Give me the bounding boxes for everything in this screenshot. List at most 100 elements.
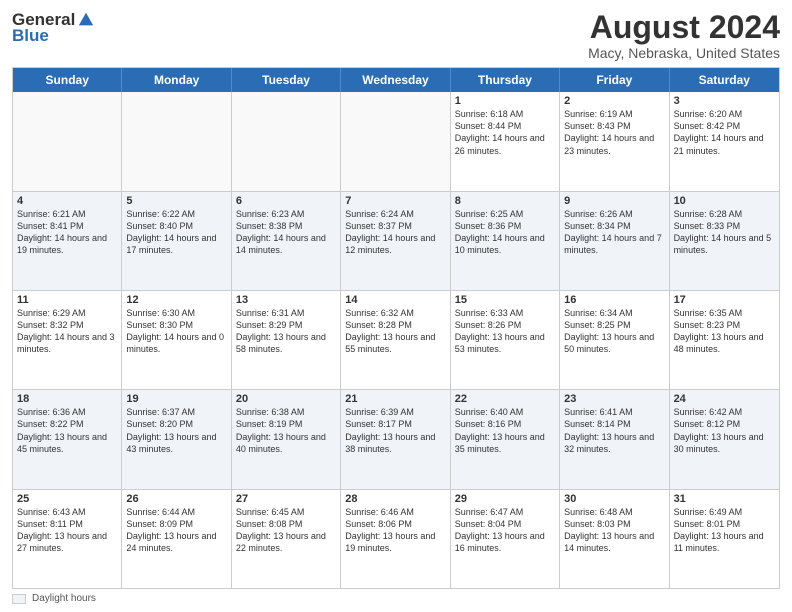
day-cell-26: 26Sunrise: 6:44 AM Sunset: 8:09 PM Dayli… [122, 490, 231, 588]
subtitle: Macy, Nebraska, United States [588, 45, 780, 61]
day-cell-31: 31Sunrise: 6:49 AM Sunset: 8:01 PM Dayli… [670, 490, 779, 588]
legend-box [12, 594, 26, 604]
day-info: Sunrise: 6:21 AM Sunset: 8:41 PM Dayligh… [17, 208, 117, 257]
day-info: Sunrise: 6:42 AM Sunset: 8:12 PM Dayligh… [674, 406, 775, 455]
day-number: 26 [126, 493, 226, 505]
day-cell-25: 25Sunrise: 6:43 AM Sunset: 8:11 PM Dayli… [13, 490, 122, 588]
day-cell-23: 23Sunrise: 6:41 AM Sunset: 8:14 PM Dayli… [560, 390, 669, 488]
day-cell-17: 17Sunrise: 6:35 AM Sunset: 8:23 PM Dayli… [670, 291, 779, 389]
day-number: 27 [236, 493, 336, 505]
day-number: 9 [564, 195, 664, 207]
day-number: 20 [236, 393, 336, 405]
day-info: Sunrise: 6:28 AM Sunset: 8:33 PM Dayligh… [674, 208, 775, 257]
day-info: Sunrise: 6:19 AM Sunset: 8:43 PM Dayligh… [564, 108, 664, 157]
day-cell-1: 1Sunrise: 6:18 AM Sunset: 8:44 PM Daylig… [451, 92, 560, 190]
logo-icon [77, 11, 95, 29]
header: General Blue August 2024 Macy, Nebraska,… [12, 10, 780, 61]
cal-week-3: 11Sunrise: 6:29 AM Sunset: 8:32 PM Dayli… [13, 290, 779, 389]
footer: Daylight hours [12, 593, 780, 604]
day-info: Sunrise: 6:44 AM Sunset: 8:09 PM Dayligh… [126, 506, 226, 555]
day-info: Sunrise: 6:32 AM Sunset: 8:28 PM Dayligh… [345, 307, 445, 356]
day-number: 13 [236, 294, 336, 306]
empty-cell [341, 92, 450, 190]
day-info: Sunrise: 6:36 AM Sunset: 8:22 PM Dayligh… [17, 406, 117, 455]
day-cell-15: 15Sunrise: 6:33 AM Sunset: 8:26 PM Dayli… [451, 291, 560, 389]
day-number: 22 [455, 393, 555, 405]
main-title: August 2024 [588, 10, 780, 45]
day-cell-7: 7Sunrise: 6:24 AM Sunset: 8:37 PM Daylig… [341, 192, 450, 290]
day-info: Sunrise: 6:33 AM Sunset: 8:26 PM Dayligh… [455, 307, 555, 356]
cal-week-5: 25Sunrise: 6:43 AM Sunset: 8:11 PM Dayli… [13, 489, 779, 588]
day-number: 3 [674, 95, 775, 107]
logo: General Blue [12, 10, 95, 46]
day-number: 15 [455, 294, 555, 306]
day-info: Sunrise: 6:40 AM Sunset: 8:16 PM Dayligh… [455, 406, 555, 455]
logo-blue: Blue [12, 26, 49, 46]
day-info: Sunrise: 6:37 AM Sunset: 8:20 PM Dayligh… [126, 406, 226, 455]
legend: Daylight hours [12, 593, 780, 604]
day-number: 28 [345, 493, 445, 505]
day-info: Sunrise: 6:38 AM Sunset: 8:19 PM Dayligh… [236, 406, 336, 455]
day-number: 31 [674, 493, 775, 505]
day-header-monday: Monday [122, 68, 231, 92]
day-number: 8 [455, 195, 555, 207]
day-number: 7 [345, 195, 445, 207]
day-info: Sunrise: 6:39 AM Sunset: 8:17 PM Dayligh… [345, 406, 445, 455]
day-info: Sunrise: 6:34 AM Sunset: 8:25 PM Dayligh… [564, 307, 664, 356]
day-number: 6 [236, 195, 336, 207]
day-number: 10 [674, 195, 775, 207]
day-number: 11 [17, 294, 117, 306]
calendar-header: SundayMondayTuesdayWednesdayThursdayFrid… [13, 68, 779, 92]
day-info: Sunrise: 6:48 AM Sunset: 8:03 PM Dayligh… [564, 506, 664, 555]
day-number: 23 [564, 393, 664, 405]
day-info: Sunrise: 6:35 AM Sunset: 8:23 PM Dayligh… [674, 307, 775, 356]
day-cell-11: 11Sunrise: 6:29 AM Sunset: 8:32 PM Dayli… [13, 291, 122, 389]
day-info: Sunrise: 6:25 AM Sunset: 8:36 PM Dayligh… [455, 208, 555, 257]
cal-week-4: 18Sunrise: 6:36 AM Sunset: 8:22 PM Dayli… [13, 389, 779, 488]
page: General Blue August 2024 Macy, Nebraska,… [0, 0, 792, 612]
day-header-wednesday: Wednesday [341, 68, 450, 92]
day-number: 4 [17, 195, 117, 207]
day-cell-22: 22Sunrise: 6:40 AM Sunset: 8:16 PM Dayli… [451, 390, 560, 488]
empty-cell [122, 92, 231, 190]
day-number: 12 [126, 294, 226, 306]
day-info: Sunrise: 6:41 AM Sunset: 8:14 PM Dayligh… [564, 406, 664, 455]
day-number: 29 [455, 493, 555, 505]
day-cell-13: 13Sunrise: 6:31 AM Sunset: 8:29 PM Dayli… [232, 291, 341, 389]
day-number: 2 [564, 95, 664, 107]
day-number: 16 [564, 294, 664, 306]
day-cell-3: 3Sunrise: 6:20 AM Sunset: 8:42 PM Daylig… [670, 92, 779, 190]
day-cell-27: 27Sunrise: 6:45 AM Sunset: 8:08 PM Dayli… [232, 490, 341, 588]
day-info: Sunrise: 6:22 AM Sunset: 8:40 PM Dayligh… [126, 208, 226, 257]
day-info: Sunrise: 6:45 AM Sunset: 8:08 PM Dayligh… [236, 506, 336, 555]
day-cell-18: 18Sunrise: 6:36 AM Sunset: 8:22 PM Dayli… [13, 390, 122, 488]
day-cell-10: 10Sunrise: 6:28 AM Sunset: 8:33 PM Dayli… [670, 192, 779, 290]
day-cell-24: 24Sunrise: 6:42 AM Sunset: 8:12 PM Dayli… [670, 390, 779, 488]
day-cell-4: 4Sunrise: 6:21 AM Sunset: 8:41 PM Daylig… [13, 192, 122, 290]
day-cell-9: 9Sunrise: 6:26 AM Sunset: 8:34 PM Daylig… [560, 192, 669, 290]
day-header-thursday: Thursday [451, 68, 560, 92]
empty-cell [232, 92, 341, 190]
day-cell-6: 6Sunrise: 6:23 AM Sunset: 8:38 PM Daylig… [232, 192, 341, 290]
day-info: Sunrise: 6:49 AM Sunset: 8:01 PM Dayligh… [674, 506, 775, 555]
day-info: Sunrise: 6:18 AM Sunset: 8:44 PM Dayligh… [455, 108, 555, 157]
day-number: 30 [564, 493, 664, 505]
day-info: Sunrise: 6:46 AM Sunset: 8:06 PM Dayligh… [345, 506, 445, 555]
calendar-body: 1Sunrise: 6:18 AM Sunset: 8:44 PM Daylig… [13, 92, 779, 588]
day-cell-5: 5Sunrise: 6:22 AM Sunset: 8:40 PM Daylig… [122, 192, 231, 290]
day-cell-30: 30Sunrise: 6:48 AM Sunset: 8:03 PM Dayli… [560, 490, 669, 588]
day-info: Sunrise: 6:30 AM Sunset: 8:30 PM Dayligh… [126, 307, 226, 356]
day-cell-19: 19Sunrise: 6:37 AM Sunset: 8:20 PM Dayli… [122, 390, 231, 488]
day-number: 25 [17, 493, 117, 505]
day-info: Sunrise: 6:29 AM Sunset: 8:32 PM Dayligh… [17, 307, 117, 356]
day-number: 21 [345, 393, 445, 405]
day-info: Sunrise: 6:20 AM Sunset: 8:42 PM Dayligh… [674, 108, 775, 157]
cal-week-2: 4Sunrise: 6:21 AM Sunset: 8:41 PM Daylig… [13, 191, 779, 290]
day-info: Sunrise: 6:24 AM Sunset: 8:37 PM Dayligh… [345, 208, 445, 257]
title-block: August 2024 Macy, Nebraska, United State… [588, 10, 780, 61]
day-cell-16: 16Sunrise: 6:34 AM Sunset: 8:25 PM Dayli… [560, 291, 669, 389]
day-cell-14: 14Sunrise: 6:32 AM Sunset: 8:28 PM Dayli… [341, 291, 450, 389]
day-number: 17 [674, 294, 775, 306]
day-number: 18 [17, 393, 117, 405]
day-cell-29: 29Sunrise: 6:47 AM Sunset: 8:04 PM Dayli… [451, 490, 560, 588]
